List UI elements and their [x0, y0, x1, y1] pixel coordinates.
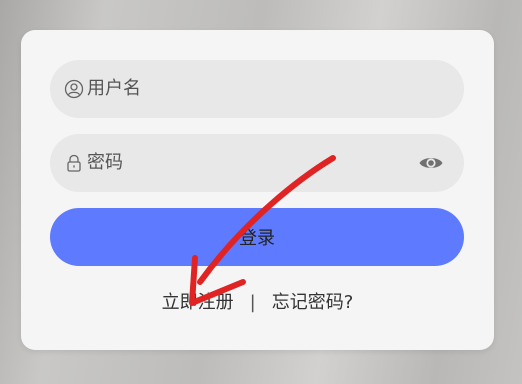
- login-card: 登录 立即注册 | 忘记密码?: [21, 30, 494, 350]
- eye-icon[interactable]: [418, 151, 444, 175]
- username-input[interactable]: [87, 60, 407, 118]
- link-separator: |: [249, 292, 256, 313]
- password-field-container: [50, 134, 464, 192]
- user-icon: [64, 79, 84, 99]
- footer-links: 立即注册 | 忘记密码?: [21, 288, 494, 318]
- forgot-password-link[interactable]: 忘记密码?: [272, 292, 354, 313]
- register-link[interactable]: 立即注册: [162, 292, 234, 313]
- lock-icon: [67, 154, 81, 172]
- password-input[interactable]: [87, 134, 407, 192]
- login-button[interactable]: 登录: [50, 208, 464, 266]
- username-field-container: [50, 60, 464, 118]
